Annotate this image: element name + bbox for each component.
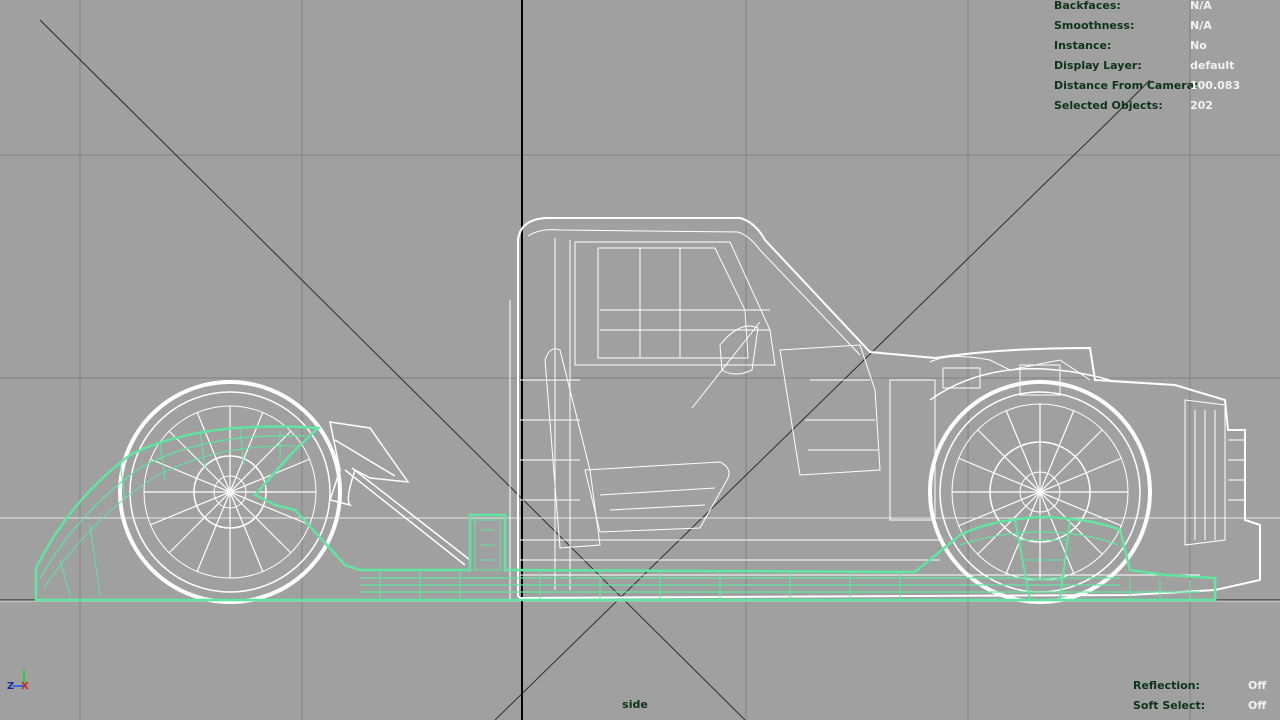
axis-gizmo-icon: Z X [4,664,44,704]
hud-top-right: Backfaces: N/A Smoothness: N/A Instance: No… [1054,0,1280,116]
rear-strut-wireframe[interactable] [329,421,471,566]
hud-row-backfaces: Backfaces: N/A [1054,0,1280,16]
camera-name-label: side [622,698,648,711]
hud-row-distance-from-camera: Distance From Camera: 100.083 [1054,76,1280,96]
hud-label: Instance: [1054,39,1112,52]
hud-bottom-right: Reflection: Off Soft Select: Off [1133,676,1280,716]
hud-row-selected-objects: Selected Objects: 202 [1054,96,1280,116]
chassis-selection-wireframe[interactable] [34,425,1217,602]
hud-label: Smoothness: [1054,19,1135,32]
hud-label: Backfaces: [1054,0,1121,12]
hud-value: default [1190,59,1235,72]
truck-body-wireframe[interactable] [509,217,1261,600]
hud-row-instance: Instance: No [1054,36,1280,56]
hud-value: N/A [1190,0,1212,12]
hud-row-reflection: Reflection: Off [1133,676,1280,696]
hud-value: 202 [1190,99,1213,112]
rear-wheel-wireframe[interactable] [118,380,342,604]
hud-label: Selected Objects: [1054,99,1163,112]
hud-value: No [1190,39,1207,52]
hud-label: Soft Select: [1133,699,1206,712]
hud-row-soft-select: Soft Select: Off [1133,696,1280,716]
hud-label: Distance From Camera: [1054,79,1199,92]
hud-value: N/A [1190,19,1212,32]
hud-value: Off [1248,679,1267,692]
front-wheel-wireframe[interactable] [928,368,1152,604]
side-viewport[interactable]: Backfaces: N/A Smoothness: N/A Instance: No… [0,0,1280,720]
axis-z-label: Z [7,681,15,692]
hud-value: Off [1248,699,1267,712]
hud-row-display-layer: Display Layer: default [1054,56,1280,76]
camera-frustum-lines [39,19,1151,720]
hud-value: 100.083 [1190,79,1241,92]
axis-x-label: X [21,681,29,692]
hud-label: Reflection: [1133,679,1200,692]
hud-row-smoothness: Smoothness: N/A [1054,16,1280,36]
hud-label: Display Layer: [1054,59,1142,72]
